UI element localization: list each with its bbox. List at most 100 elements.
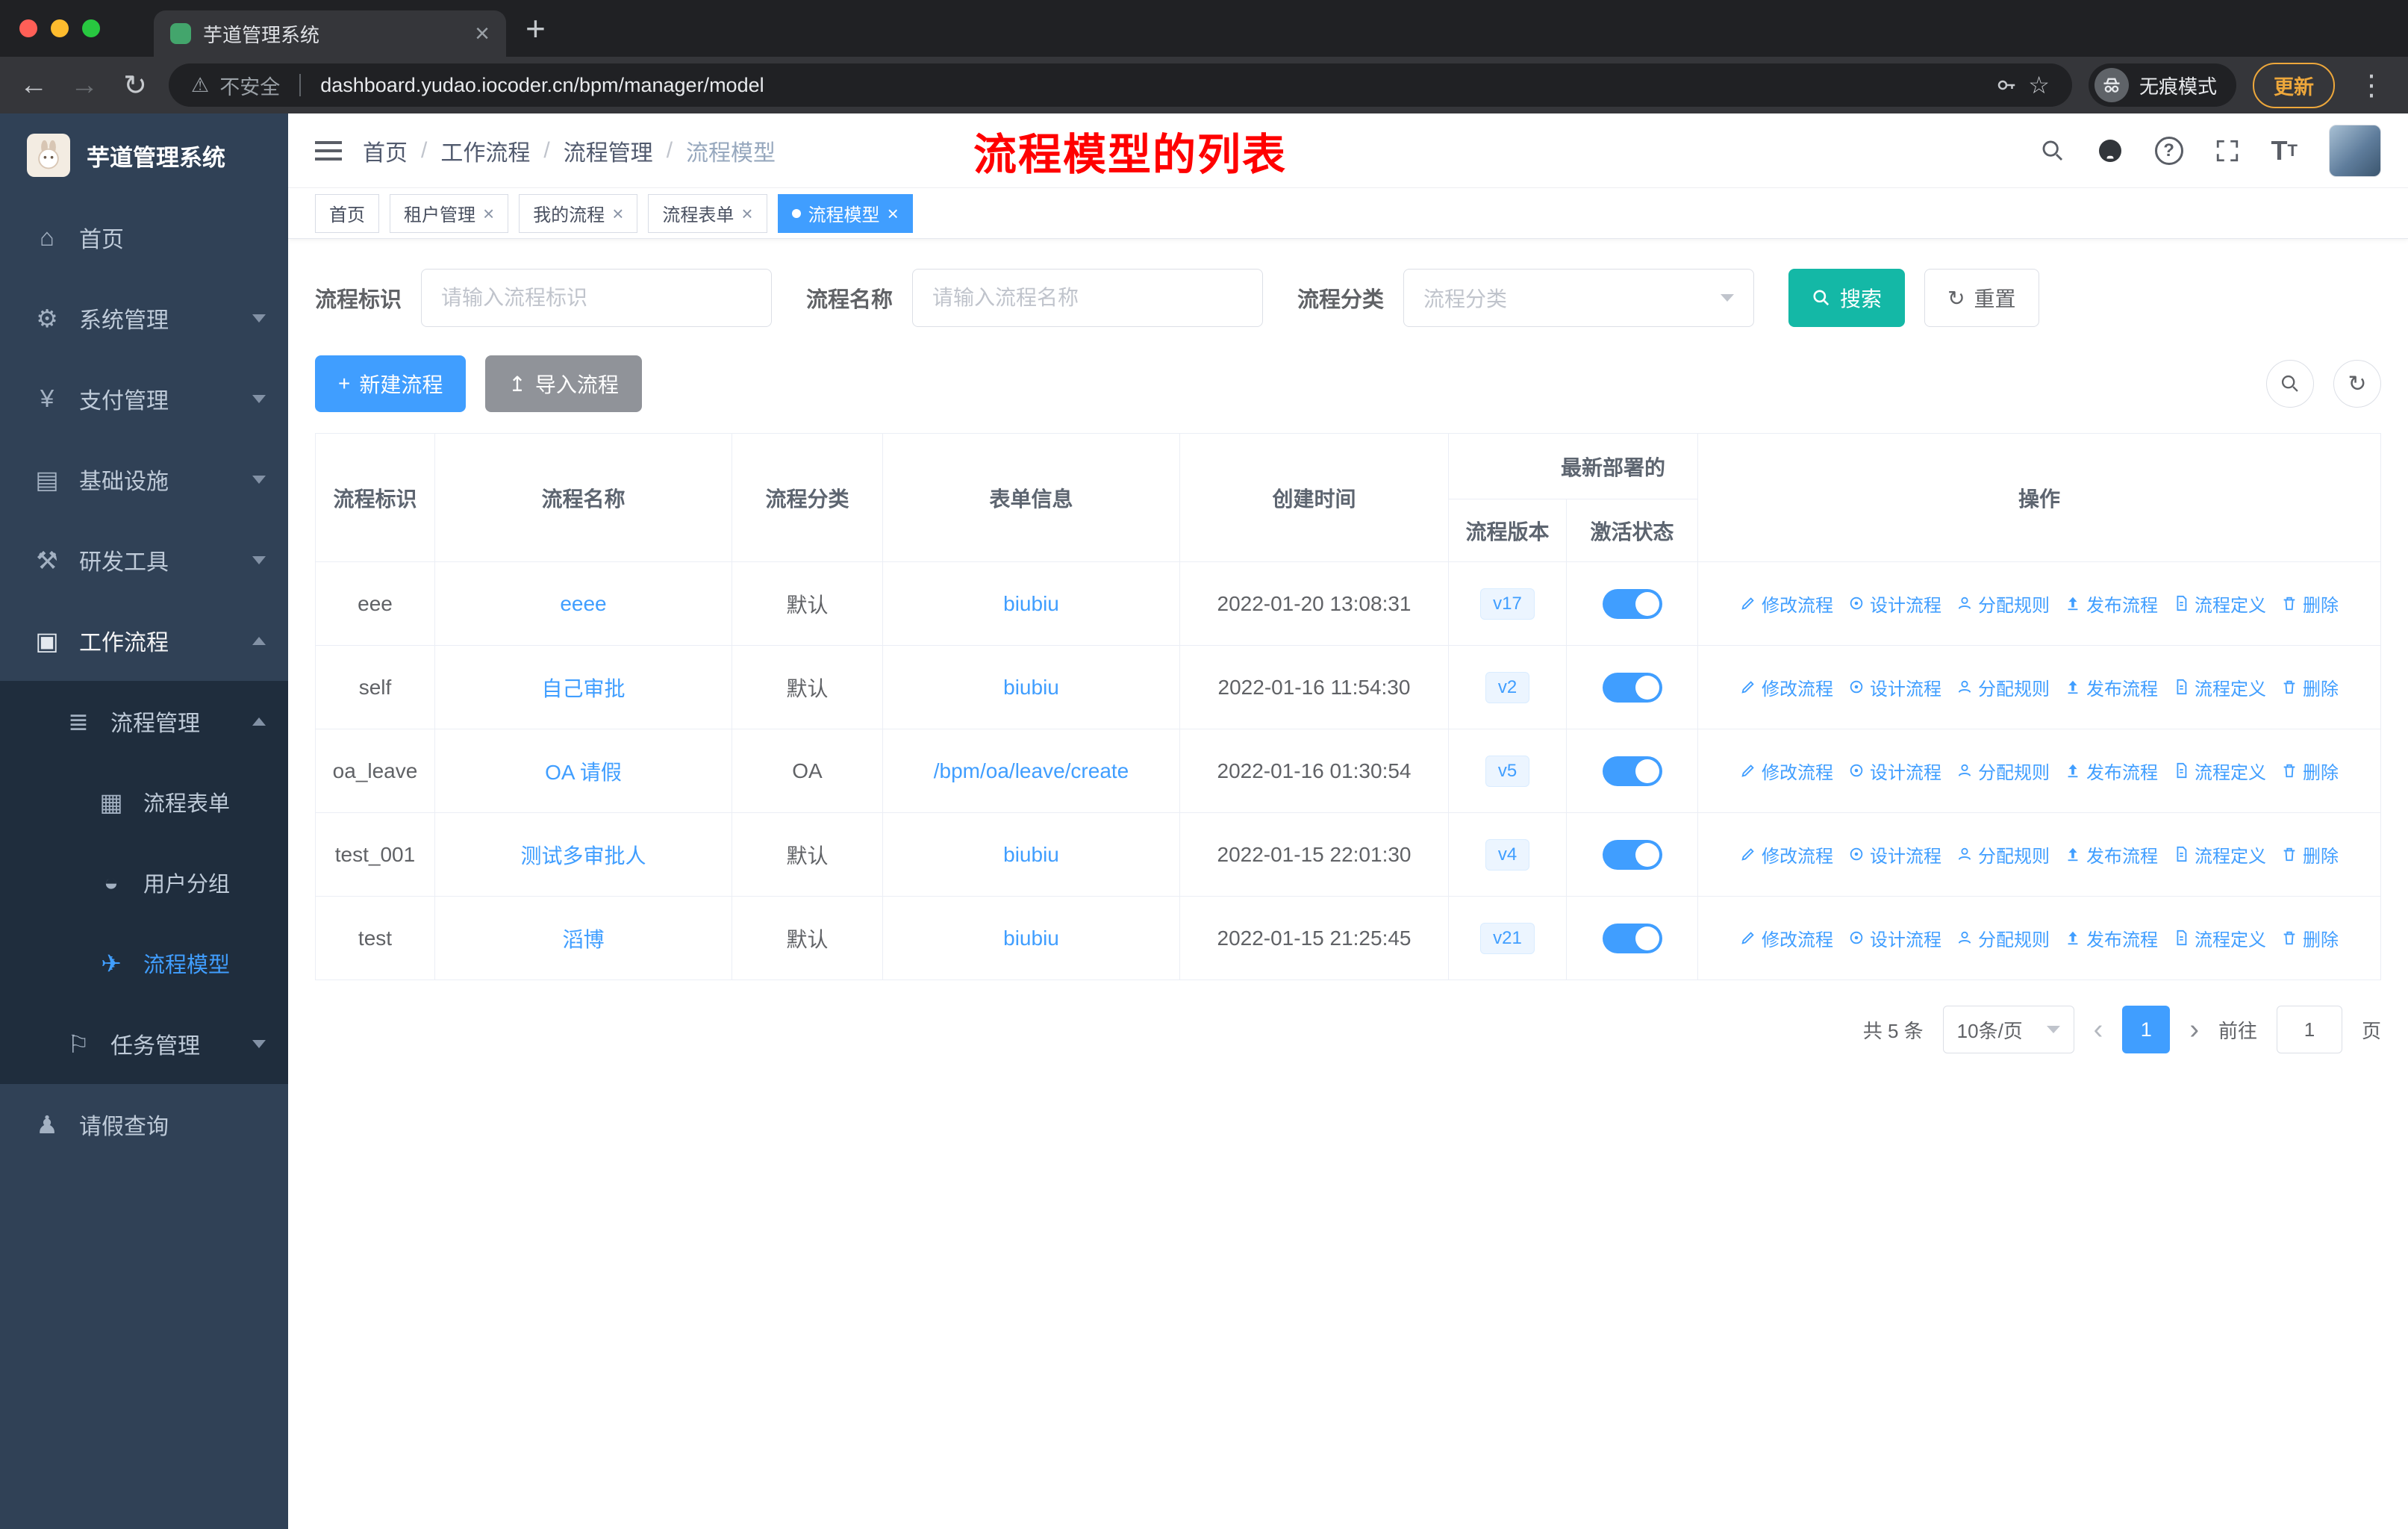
reload-icon[interactable]: ↻	[118, 69, 152, 102]
form-info-link[interactable]: biubiu	[1003, 592, 1059, 615]
import-process-button[interactable]: ↥ 导入流程	[485, 355, 642, 412]
publish-process-link[interactable]: 发布流程	[2065, 674, 2158, 700]
active-toggle[interactable]	[1602, 839, 1662, 870]
sidebar-item-devtools[interactable]: ⚒ 研发工具	[0, 520, 288, 600]
active-toggle[interactable]	[1602, 588, 1662, 619]
form-info-link[interactable]: /bpm/oa/leave/create	[934, 759, 1129, 782]
form-info-link[interactable]: biubiu	[1003, 843, 1059, 866]
forward-icon[interactable]: →	[67, 69, 102, 102]
delete-link[interactable]: 删除	[2281, 925, 2339, 951]
publish-process-link[interactable]: 发布流程	[2065, 841, 2158, 868]
process-definition-link[interactable]: 流程定义	[2173, 591, 2266, 617]
create-process-button[interactable]: + 新建流程	[315, 355, 467, 412]
assign-rule-link[interactable]: 分配规则	[1956, 925, 2050, 951]
sidebar-item-infrastructure[interactable]: ▤ 基础设施	[0, 439, 288, 520]
tag-close-icon[interactable]: ×	[888, 204, 899, 223]
process-definition-link[interactable]: 流程定义	[2173, 925, 2266, 951]
design-process-link[interactable]: 设计流程	[1848, 925, 1941, 951]
reset-button[interactable]: ↻ 重置	[1924, 269, 2039, 327]
tag-home[interactable]: 首页	[315, 193, 379, 233]
process-id-input[interactable]	[421, 269, 773, 327]
process-name-link[interactable]: 测试多审批人	[520, 844, 646, 868]
design-process-link[interactable]: 设计流程	[1848, 674, 1941, 700]
fullscreen-icon[interactable]	[2215, 138, 2240, 164]
process-definition-link[interactable]: 流程定义	[2173, 674, 2266, 700]
assign-rule-link[interactable]: 分配规则	[1956, 674, 2050, 700]
sidebar-item-home[interactable]: ⌂ 首页	[0, 197, 288, 278]
assign-rule-link[interactable]: 分配规则	[1956, 758, 2050, 784]
active-toggle[interactable]	[1602, 756, 1662, 786]
process-category-select[interactable]: 流程分类	[1403, 269, 1755, 327]
browser-menu-icon[interactable]: ⋮	[2351, 69, 2392, 102]
modify-process-link[interactable]: 修改流程	[1740, 841, 1833, 868]
page-number-button[interactable]: 1	[2122, 1006, 2171, 1053]
hamburger-icon[interactable]	[315, 149, 342, 152]
process-definition-link[interactable]: 流程定义	[2173, 758, 2266, 784]
tag-process-model[interactable]: 流程模型 ×	[777, 193, 913, 233]
minimize-window-button[interactable]	[51, 19, 69, 37]
tab-close-icon[interactable]: ×	[475, 21, 490, 46]
address-bar[interactable]: ⚠ 不安全 dashboard.yudao.iocoder.cn/bpm/man…	[169, 63, 2072, 107]
design-process-link[interactable]: 设计流程	[1848, 758, 1941, 784]
process-name-link[interactable]: OA 请假	[545, 761, 622, 784]
tag-close-icon[interactable]: ×	[483, 204, 494, 223]
goto-page-input[interactable]	[2276, 1006, 2342, 1053]
toggle-search-button[interactable]	[2266, 360, 2314, 408]
active-toggle[interactable]	[1602, 923, 1662, 953]
sidebar-item-task-management[interactable]: ⚐ 任务管理	[0, 1003, 288, 1084]
breadcrumb-item[interactable]: 流程管理	[564, 134, 653, 167]
sidebar-item-system[interactable]: ⚙ 系统管理	[0, 278, 288, 358]
password-key-icon[interactable]	[1995, 74, 2018, 96]
process-definition-link[interactable]: 流程定义	[2173, 841, 2266, 868]
back-icon[interactable]: ←	[16, 69, 51, 102]
form-info-link[interactable]: biubiu	[1003, 676, 1059, 699]
maximize-window-button[interactable]	[82, 19, 100, 37]
sidebar-item-payment[interactable]: ¥ 支付管理	[0, 358, 288, 439]
modify-process-link[interactable]: 修改流程	[1740, 925, 1833, 951]
page-size-select[interactable]: 10条/页	[1942, 1006, 2074, 1053]
sidebar-item-process-form[interactable]: ▦ 流程表单	[0, 762, 288, 842]
tag-process-form[interactable]: 流程表单 ×	[648, 193, 767, 233]
breadcrumb-item[interactable]: 首页	[363, 134, 408, 167]
process-name-link[interactable]: 滔博	[562, 928, 604, 951]
font-size-icon[interactable]: TT	[2271, 135, 2298, 166]
sidebar-item-process-model[interactable]: ✈ 流程模型	[0, 923, 288, 1003]
bookmark-star-icon[interactable]: ☆	[2028, 71, 2050, 99]
tag-close-icon[interactable]: ×	[612, 204, 623, 223]
assign-rule-link[interactable]: 分配规则	[1956, 841, 2050, 868]
next-page-button[interactable]: ›	[2189, 1015, 2199, 1044]
search-button[interactable]: 搜索	[1788, 269, 1906, 327]
delete-link[interactable]: 删除	[2281, 674, 2339, 700]
delete-link[interactable]: 删除	[2281, 591, 2339, 617]
form-info-link[interactable]: biubiu	[1003, 927, 1059, 950]
avatar[interactable]	[2329, 124, 2381, 177]
search-icon[interactable]	[2040, 138, 2065, 164]
modify-process-link[interactable]: 修改流程	[1740, 758, 1833, 784]
sidebar-item-workflow[interactable]: ▣ 工作流程	[0, 600, 288, 681]
refresh-table-button[interactable]: ↻	[2333, 360, 2381, 408]
modify-process-link[interactable]: 修改流程	[1740, 674, 1833, 700]
browser-tab[interactable]: 芋道管理系统 ×	[154, 10, 506, 57]
new-tab-button[interactable]: +	[525, 11, 546, 46]
delete-link[interactable]: 删除	[2281, 841, 2339, 868]
sidebar-item-process-management[interactable]: ≣ 流程管理	[0, 681, 288, 762]
process-name-input[interactable]	[912, 269, 1264, 327]
close-window-button[interactable]	[19, 19, 37, 37]
design-process-link[interactable]: 设计流程	[1848, 841, 1941, 868]
github-icon[interactable]	[2097, 137, 2124, 164]
update-button[interactable]: 更新	[2253, 62, 2335, 108]
publish-process-link[interactable]: 发布流程	[2065, 758, 2158, 784]
publish-process-link[interactable]: 发布流程	[2065, 925, 2158, 951]
sidebar-item-user-group[interactable]: ◒ 用户分组	[0, 842, 288, 923]
tag-my-process[interactable]: 我的流程 ×	[519, 193, 638, 233]
assign-rule-link[interactable]: 分配规则	[1956, 591, 2050, 617]
delete-link[interactable]: 删除	[2281, 758, 2339, 784]
breadcrumb-item[interactable]: 工作流程	[440, 134, 530, 167]
process-name-link[interactable]: 自己审批	[541, 677, 625, 700]
help-icon[interactable]: ?	[2154, 136, 2183, 165]
sidebar-item-leave-query[interactable]: ♟ 请假查询	[0, 1084, 288, 1165]
tag-tenant-management[interactable]: 租户管理 ×	[390, 193, 509, 233]
process-name-link[interactable]: eeee	[560, 592, 606, 615]
design-process-link[interactable]: 设计流程	[1848, 591, 1941, 617]
publish-process-link[interactable]: 发布流程	[2065, 591, 2158, 617]
